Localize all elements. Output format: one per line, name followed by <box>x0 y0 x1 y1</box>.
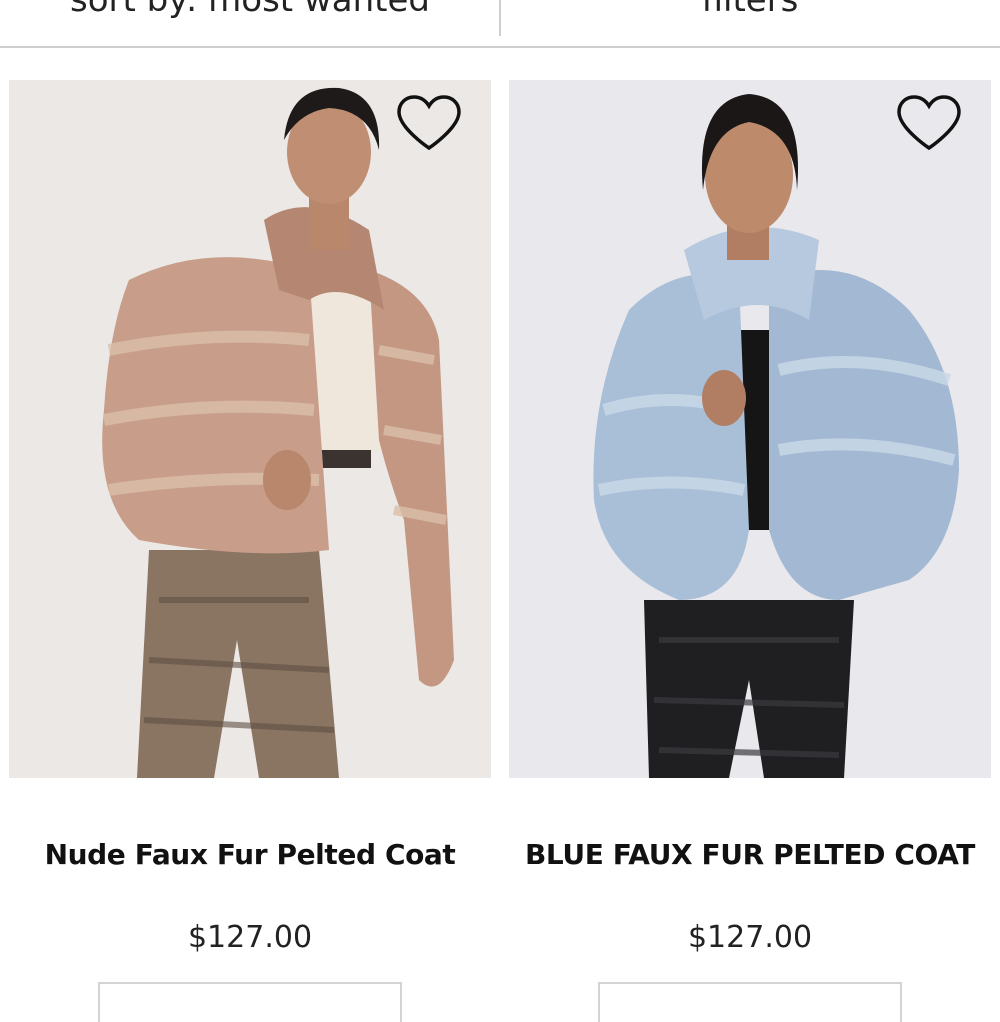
filters-button[interactable]: filters <box>500 0 1000 22</box>
sort-filter-bar: sort by: most wanted filters <box>0 0 1000 48</box>
sort-button[interactable]: sort by: most wanted <box>0 0 500 22</box>
product-price: $127.00 <box>187 920 313 955</box>
model-photo <box>9 80 491 778</box>
add-to-bag-button[interactable] <box>598 982 902 1022</box>
model-photo <box>509 80 991 778</box>
add-to-bag-button[interactable] <box>98 982 402 1022</box>
product-price: $127.00 <box>687 920 813 955</box>
product-name[interactable]: Nude Faux Fur Pelted Coat <box>9 838 491 871</box>
product-card[interactable]: BLUE FAUX FUR PELTED COAT $127.00 <box>509 80 991 1022</box>
heart-icon[interactable] <box>395 94 463 154</box>
product-image[interactable] <box>509 80 991 778</box>
product-card[interactable]: Nude Faux Fur Pelted Coat $127.00 <box>9 80 491 1022</box>
heart-icon[interactable] <box>895 94 963 154</box>
product-name[interactable]: BLUE FAUX FUR PELTED COAT <box>509 838 991 871</box>
product-image[interactable] <box>9 80 491 778</box>
